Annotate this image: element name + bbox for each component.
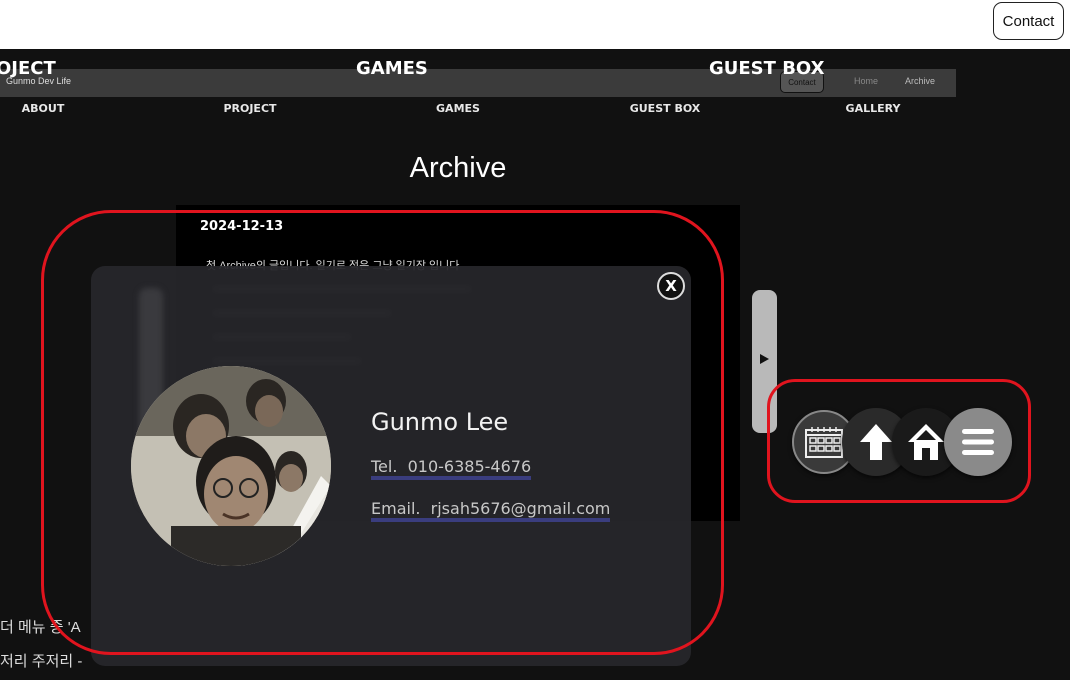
big-nav: OJECT GAMES GUEST BOX	[0, 58, 1070, 86]
nav-guest-box[interactable]: GUEST BOX	[630, 102, 701, 115]
page-title: Archive	[409, 152, 507, 184]
nav-gallery[interactable]: GALLERY	[846, 102, 901, 115]
main-nav: ABOUT PROJECT GAMES GUEST BOX GALLERY	[0, 102, 1070, 120]
highlight-contact-modal	[41, 210, 724, 655]
top-bar: Contact	[0, 0, 1070, 49]
calendar-icon	[805, 427, 843, 458]
big-nav-games[interactable]: GAMES	[356, 58, 428, 79]
arrow-up-icon	[860, 424, 892, 460]
nav-games[interactable]: GAMES	[436, 102, 480, 115]
contact-button[interactable]: Contact	[993, 2, 1064, 40]
home-icon	[908, 424, 944, 460]
big-nav-project[interactable]: OJECT	[0, 58, 56, 79]
nav-project[interactable]: PROJECT	[223, 102, 276, 115]
menu-button[interactable]	[944, 408, 1012, 476]
menu-icon	[962, 429, 994, 455]
play-arrow-icon	[760, 354, 769, 364]
background-text-2: 저리 주저리 -	[0, 653, 83, 670]
big-nav-guest-box[interactable]: GUEST BOX	[709, 58, 824, 79]
nav-about[interactable]: ABOUT	[22, 102, 65, 115]
